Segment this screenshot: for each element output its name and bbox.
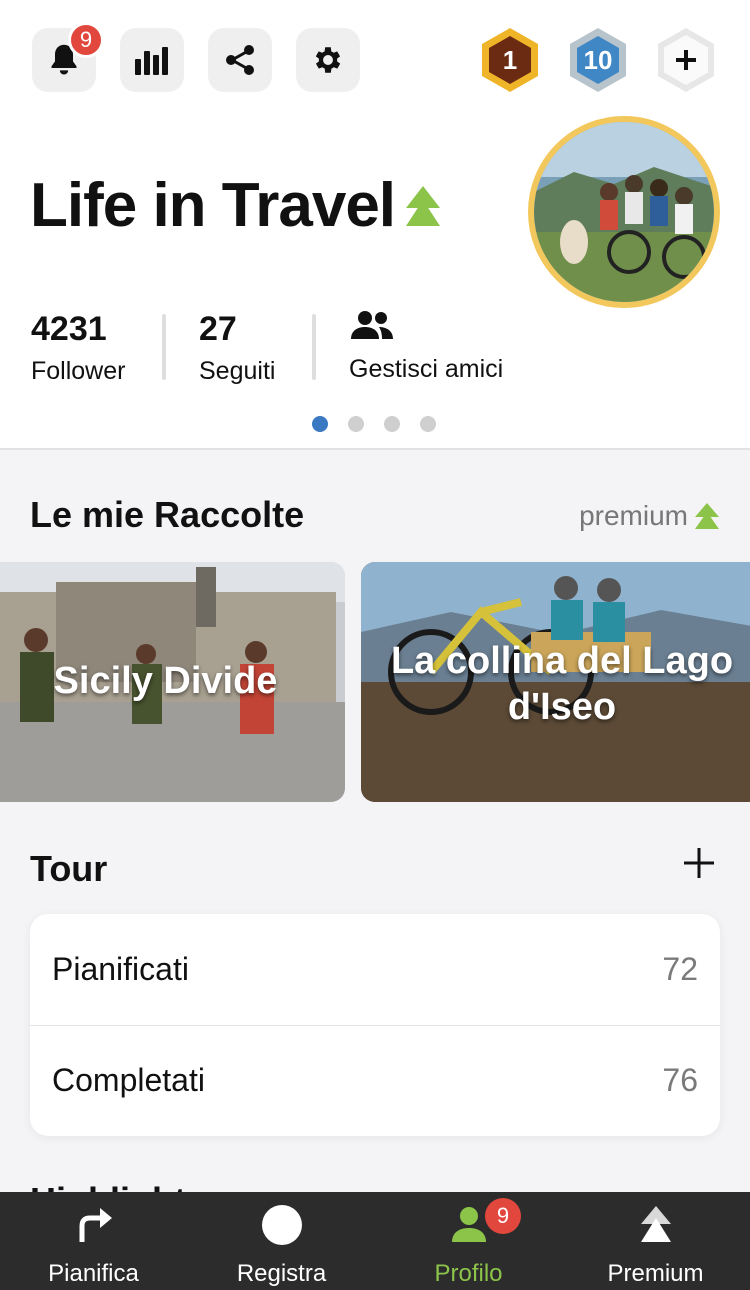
tour-row-label: Pianificati — [52, 951, 189, 987]
tab-label: Registra — [236, 1260, 327, 1287]
page-dot[interactable] — [312, 416, 328, 432]
tour-row-count: 76 — [662, 1062, 698, 1098]
collection-card[interactable]: Sicily Divide — [0, 562, 345, 802]
route-arrow-icon — [79, 1208, 112, 1242]
tab-plan[interactable]: Pianifica — [0, 1192, 187, 1290]
profile-badge: 9 — [485, 1198, 521, 1234]
add-tour-button[interactable] — [684, 848, 714, 878]
tour-list: Pianificati 72 Completati 76 — [30, 914, 720, 1136]
bar-chart-icon — [135, 47, 168, 75]
tab-profile[interactable]: 9 Profilo — [375, 1192, 562, 1290]
profile-name: Life in Travel — [30, 171, 396, 240]
page-dot[interactable] — [420, 416, 436, 432]
notifications-button[interactable]: 9 — [32, 22, 104, 92]
collection-title: La collina del Lago d'Iseo — [390, 640, 734, 728]
following-count: 27 — [199, 310, 237, 348]
page-indicator[interactable] — [312, 416, 436, 432]
manage-friends[interactable]: Gestisci amici — [349, 310, 503, 384]
manage-friends-label: Gestisci amici — [349, 355, 504, 383]
gear-icon — [315, 47, 341, 73]
notifications-badge: 9 — [68, 22, 104, 58]
friends-icon — [351, 311, 393, 339]
profile-avatar[interactable] — [528, 116, 720, 308]
level-badge-gold[interactable]: 1 — [476, 26, 544, 94]
person-icon — [451, 1207, 486, 1242]
hexagon-plus-icon — [658, 28, 714, 92]
tab-bar: Pianifica Registra 9 Profilo Premium — [0, 1192, 750, 1290]
share-button[interactable] — [208, 28, 272, 92]
share-icon — [226, 45, 254, 75]
record-circle-icon — [261, 1205, 302, 1245]
tour-row-label: Completati — [52, 1062, 205, 1098]
tour-row-planned[interactable]: Pianificati 72 — [30, 914, 720, 1025]
page-dot[interactable] — [384, 416, 400, 432]
tab-record[interactable]: Registra — [188, 1192, 375, 1290]
premium-label: premium — [579, 500, 688, 531]
premium-tree-icon — [406, 186, 440, 226]
settings-button[interactable] — [296, 28, 360, 92]
premium-tag[interactable]: premium — [579, 500, 720, 532]
page-dot[interactable] — [348, 416, 364, 432]
avatar-photo — [534, 122, 714, 302]
collections-title: Le mie Raccolte — [30, 494, 305, 535]
profile-header: 9 1 10 Life in Travel 4231 Follower 27 S… — [0, 0, 750, 450]
collection-title: Sicily Divide — [53, 660, 278, 702]
tour-title: Tour — [30, 848, 108, 889]
collection-card[interactable]: La collina del Lago d'Iseo — [361, 562, 750, 802]
tour-row-completed[interactable]: Completati 76 — [30, 1025, 720, 1136]
add-badge-button[interactable] — [652, 26, 720, 94]
tab-label: Premium — [607, 1260, 704, 1287]
followers-stat[interactable]: 4231 Follower — [31, 310, 125, 386]
tab-premium[interactable]: Premium — [562, 1192, 749, 1290]
premium-tree-icon — [640, 1206, 671, 1242]
level-badge-blue-value: 10 — [583, 44, 613, 75]
tour-row-count: 72 — [662, 951, 698, 987]
following-stat[interactable]: 27 Seguiti — [199, 310, 275, 386]
divider — [312, 314, 316, 380]
premium-tree-icon — [695, 503, 719, 529]
level-badge-gold-value: 1 — [502, 44, 518, 75]
tab-label: Pianifica — [48, 1260, 139, 1287]
level-badge-blue[interactable]: 10 — [564, 26, 632, 94]
divider — [162, 314, 166, 380]
following-label: Seguiti — [199, 357, 276, 385]
tab-label: Profilo — [434, 1260, 503, 1287]
followers-label: Follower — [31, 357, 126, 385]
statistics-button[interactable] — [120, 28, 184, 92]
followers-count: 4231 — [31, 310, 107, 348]
